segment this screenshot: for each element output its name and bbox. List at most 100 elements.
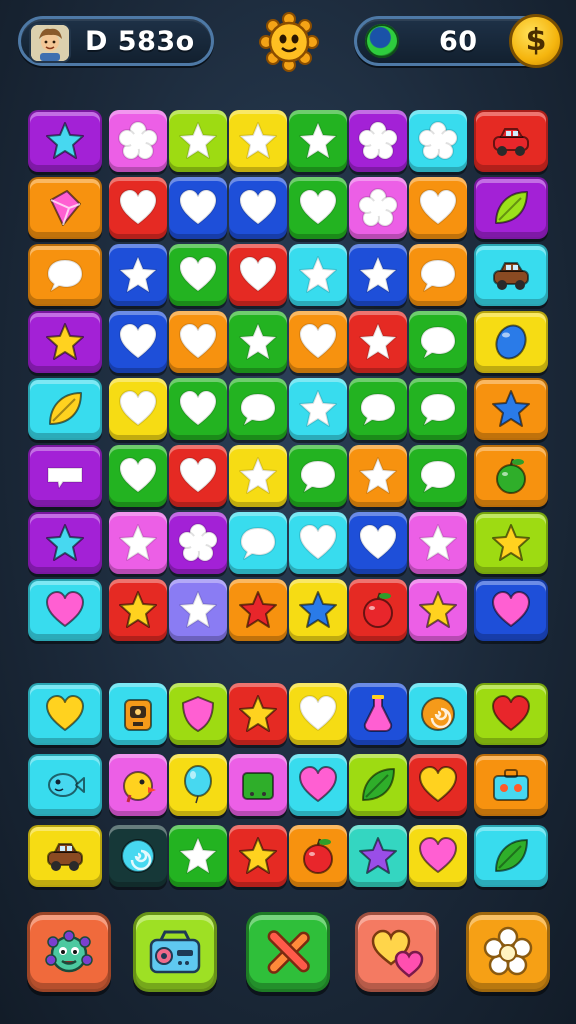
board-tile-r8-c1[interactable] (28, 579, 102, 641)
board-tile-r6-c6[interactable] (349, 445, 407, 507)
board-tile-r2-c6[interactable] (349, 177, 407, 239)
board-tile-r3-c1[interactable] (28, 244, 102, 306)
tray-tile-r2-c7[interactable] (409, 754, 467, 816)
board-tile-r2-c3[interactable] (169, 177, 227, 239)
board-tile-r5-c2[interactable] (109, 378, 167, 440)
flower-button[interactable] (466, 912, 550, 992)
monster-button[interactable] (27, 912, 111, 992)
board-tile-r1-c1[interactable] (28, 110, 102, 172)
tray-tile-r3-c2[interactable] (109, 825, 167, 887)
tray-tile-r1-c1[interactable] (28, 683, 102, 745)
board-tile-r5-c7[interactable] (409, 378, 467, 440)
sun-mascot-icon[interactable] (259, 12, 319, 72)
board-tile-r2-c5[interactable] (289, 177, 347, 239)
board-tile-r3-c7[interactable] (409, 244, 467, 306)
board-tile-r1-c2[interactable] (109, 110, 167, 172)
boombox-button[interactable] (133, 912, 217, 992)
board-tile-r5-c5[interactable] (289, 378, 347, 440)
tray-tile-r1-c8[interactable] (474, 683, 548, 745)
board-tile-r3-c5[interactable] (289, 244, 347, 306)
tray-tile-r2-c6[interactable] (349, 754, 407, 816)
tray-tile-r3-c6[interactable] (349, 825, 407, 887)
tray-tile-r1-c7[interactable] (409, 683, 467, 745)
player-panel[interactable]: D 583o (18, 16, 214, 66)
board-tile-r1-c8[interactable] (474, 110, 548, 172)
tray-tile-r3-c5[interactable] (289, 825, 347, 887)
board-tile-r6-c2[interactable] (109, 445, 167, 507)
board-tile-r8-c4[interactable] (229, 579, 287, 641)
fruit-icon (363, 592, 393, 628)
board-tile-r4-c4[interactable] (229, 311, 287, 373)
board-tile-r2-c2[interactable] (109, 177, 167, 239)
board-tile-r4-c2[interactable] (109, 311, 167, 373)
board-tile-r5-c3[interactable] (169, 378, 227, 440)
board-tile-r4-c5[interactable] (289, 311, 347, 373)
tray-tile-r3-c3[interactable] (169, 825, 227, 887)
board-tile-r8-c3[interactable] (169, 579, 227, 641)
board-tile-r2-c4[interactable] (229, 177, 287, 239)
board-tile-r7-c1[interactable] (28, 512, 102, 574)
board-tile-r7-c6[interactable] (349, 512, 407, 574)
board-tile-r1-c7[interactable] (409, 110, 467, 172)
tray-tile-r1-c6[interactable] (349, 683, 407, 745)
board-tile-r3-c2[interactable] (109, 244, 167, 306)
board-tile-r2-c7[interactable] (409, 177, 467, 239)
board-tile-r7-c2[interactable] (109, 512, 167, 574)
tray-tile-r3-c8[interactable] (474, 825, 548, 887)
board-tile-r6-c3[interactable] (169, 445, 227, 507)
board-tile-r7-c8[interactable] (474, 512, 548, 574)
board-tile-r4-c7[interactable] (409, 311, 467, 373)
board-tile-r1-c6[interactable] (349, 110, 407, 172)
tray-tile-r1-c5[interactable] (289, 683, 347, 745)
cross-button[interactable] (246, 912, 330, 992)
board-tile-r8-c7[interactable] (409, 579, 467, 641)
board-tile-r5-c6[interactable] (349, 378, 407, 440)
board-tile-r5-c4[interactable] (229, 378, 287, 440)
star-icon (239, 122, 277, 159)
board-tile-r5-c1[interactable] (28, 378, 102, 440)
tray-tile-r1-c3[interactable] (169, 683, 227, 745)
board-tile-r6-c4[interactable] (229, 445, 287, 507)
board-tile-r8-c5[interactable] (289, 579, 347, 641)
tray-tile-r3-c7[interactable] (409, 825, 467, 887)
board-tile-r4-c8[interactable] (474, 311, 548, 373)
board-tile-r4-c1[interactable] (28, 311, 102, 373)
star-icon (492, 390, 530, 427)
tray-tile-r1-c2[interactable] (109, 683, 167, 745)
board-tile-r3-c3[interactable] (169, 244, 227, 306)
board-tile-r7-c3[interactable] (169, 512, 227, 574)
hearts-button[interactable] (355, 912, 439, 992)
board-tile-r6-c7[interactable] (409, 445, 467, 507)
player-avatar-icon[interactable] (29, 23, 71, 63)
board-tile-r2-c8[interactable] (474, 177, 548, 239)
tray-tile-r3-c1[interactable] (28, 825, 102, 887)
board-tile-r7-c4[interactable] (229, 512, 287, 574)
board-tile-r2-c1[interactable] (28, 177, 102, 239)
board-tile-r8-c6[interactable] (349, 579, 407, 641)
tray-tile-r2-c3[interactable] (169, 754, 227, 816)
board-tile-r3-c4[interactable] (229, 244, 287, 306)
tray-tile-r2-c5[interactable] (289, 754, 347, 816)
tray-tile-r2-c4[interactable] (229, 754, 287, 816)
board-tile-r7-c7[interactable] (409, 512, 467, 574)
board-tile-r5-c8[interactable] (474, 378, 548, 440)
tray-tile-r1-c4[interactable] (229, 683, 287, 745)
board-tile-r4-c3[interactable] (169, 311, 227, 373)
board-tile-r3-c8[interactable] (474, 244, 548, 306)
board-tile-r6-c5[interactable] (289, 445, 347, 507)
board-tile-r3-c6[interactable] (349, 244, 407, 306)
tray-tile-r2-c1[interactable] (28, 754, 102, 816)
tray-tile-r2-c2[interactable] (109, 754, 167, 816)
board-tile-r6-c1[interactable] (28, 445, 102, 507)
board-tile-r1-c5[interactable] (289, 110, 347, 172)
tray-tile-r2-c8[interactable] (474, 754, 548, 816)
coin-icon[interactable]: $ (509, 14, 563, 68)
board-tile-r1-c4[interactable] (229, 110, 287, 172)
board-tile-r1-c3[interactable] (169, 110, 227, 172)
board-tile-r4-c6[interactable] (349, 311, 407, 373)
tray-tile-r3-c4[interactable] (229, 825, 287, 887)
board-tile-r8-c2[interactable] (109, 579, 167, 641)
board-tile-r7-c5[interactable] (289, 512, 347, 574)
board-tile-r6-c8[interactable] (474, 445, 548, 507)
board-tile-r8-c8[interactable] (474, 579, 548, 641)
